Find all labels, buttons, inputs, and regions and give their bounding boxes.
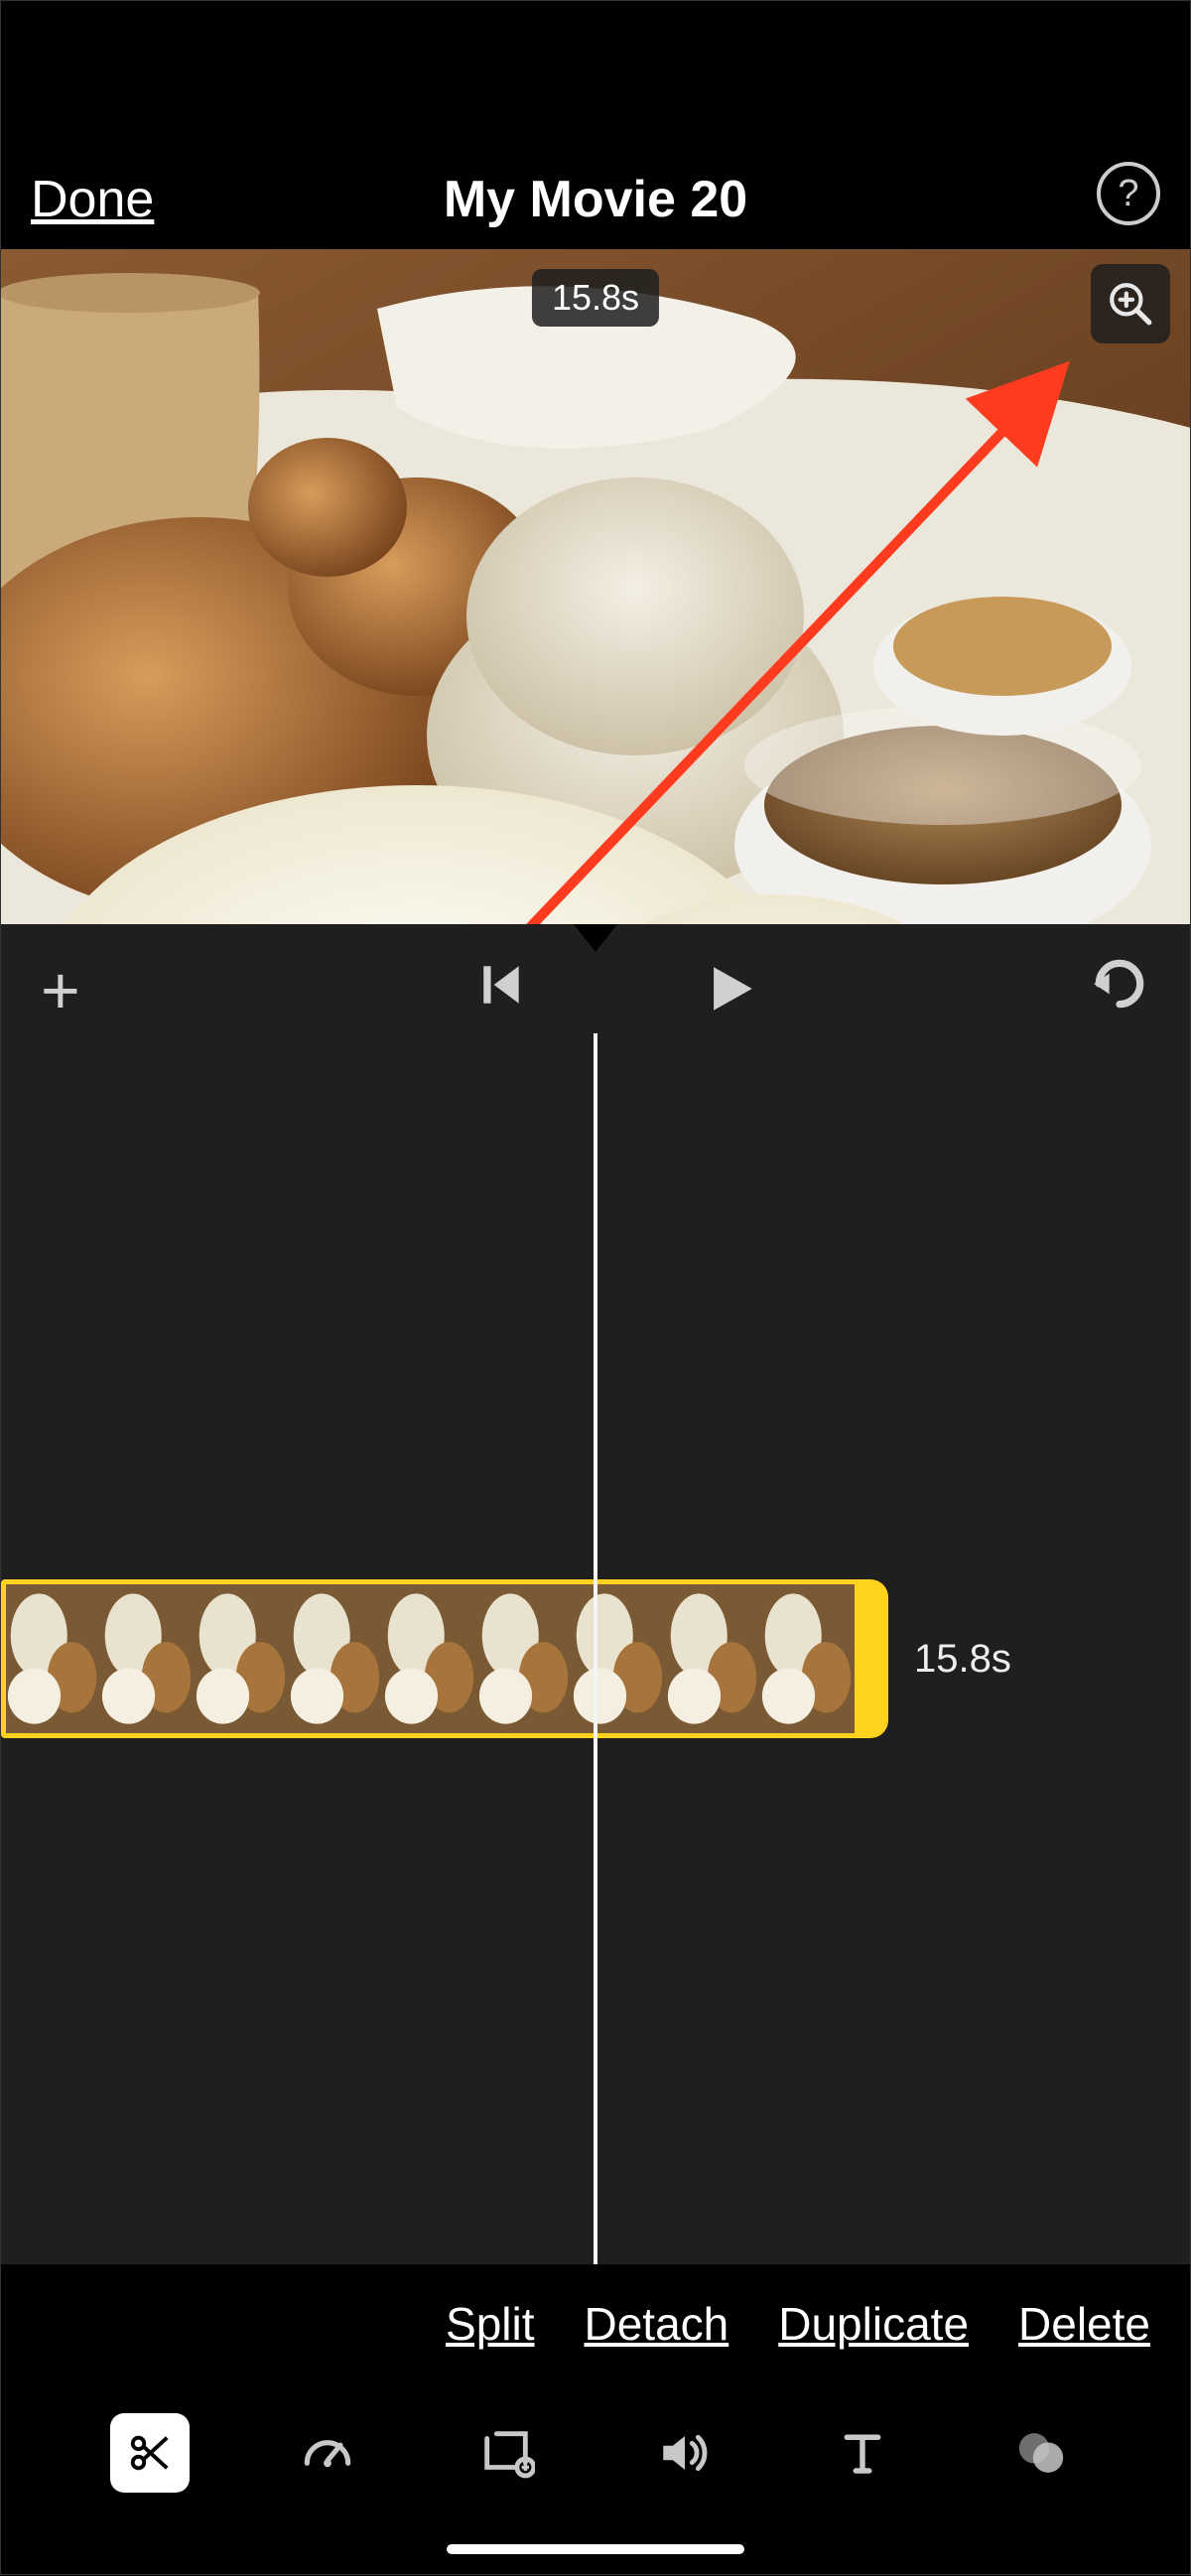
split-button[interactable]: Split	[446, 2297, 534, 2351]
delete-button[interactable]: Delete	[1018, 2297, 1150, 2351]
preview-duration-badge: 15.8s	[532, 269, 659, 327]
imovie-editor-screen: Done My Movie 20 ?	[0, 0, 1191, 2575]
zoom-in-button[interactable]	[1091, 264, 1170, 343]
playhead[interactable]	[594, 1033, 597, 2264]
undo-button[interactable]	[1089, 958, 1150, 1010]
skip-to-start-button[interactable]	[477, 960, 527, 1010]
magnify-plus-icon	[1106, 279, 1155, 329]
text-icon	[836, 2426, 889, 2480]
volume-tool[interactable]	[645, 2413, 725, 2493]
video-clip[interactable]	[1, 1579, 894, 1738]
home-indicator[interactable]	[447, 2544, 744, 2554]
clip-duration-label: 15.8s	[914, 1637, 1011, 1682]
clip-actions: Split Detach Duplicate Delete	[1, 2264, 1190, 2383]
timeline[interactable]: 15.8s	[1, 1033, 1190, 2264]
speedometer-icon	[297, 2422, 358, 2484]
clip-trim-handle[interactable]	[855, 1579, 888, 1738]
preview-frame-image	[1, 249, 1190, 924]
help-icon: ?	[1118, 173, 1138, 215]
clip-thumbnails	[1, 1579, 860, 1738]
speaker-icon	[656, 2424, 714, 2482]
playhead-marker-icon	[574, 924, 617, 952]
header: Done My Movie 20 ?	[1, 1, 1190, 249]
project-title: My Movie 20	[1, 170, 1190, 229]
scissors-icon	[127, 2430, 173, 2476]
cut-tool[interactable]	[110, 2413, 190, 2493]
crop-video-icon	[477, 2424, 535, 2482]
crop-tool[interactable]	[466, 2413, 546, 2493]
help-button[interactable]: ?	[1097, 162, 1160, 225]
tool-bar	[1, 2383, 1190, 2522]
duplicate-button[interactable]: Duplicate	[778, 2297, 969, 2351]
filters-icon	[1013, 2425, 1069, 2481]
play-button[interactable]	[702, 960, 759, 1017]
speed-tool[interactable]	[288, 2413, 367, 2493]
detach-button[interactable]: Detach	[585, 2297, 729, 2351]
video-preview[interactable]: 15.8s	[1, 249, 1190, 924]
add-media-button[interactable]: +	[41, 952, 80, 1029]
filters-tool[interactable]	[1001, 2413, 1081, 2493]
titles-tool[interactable]	[823, 2413, 902, 2493]
